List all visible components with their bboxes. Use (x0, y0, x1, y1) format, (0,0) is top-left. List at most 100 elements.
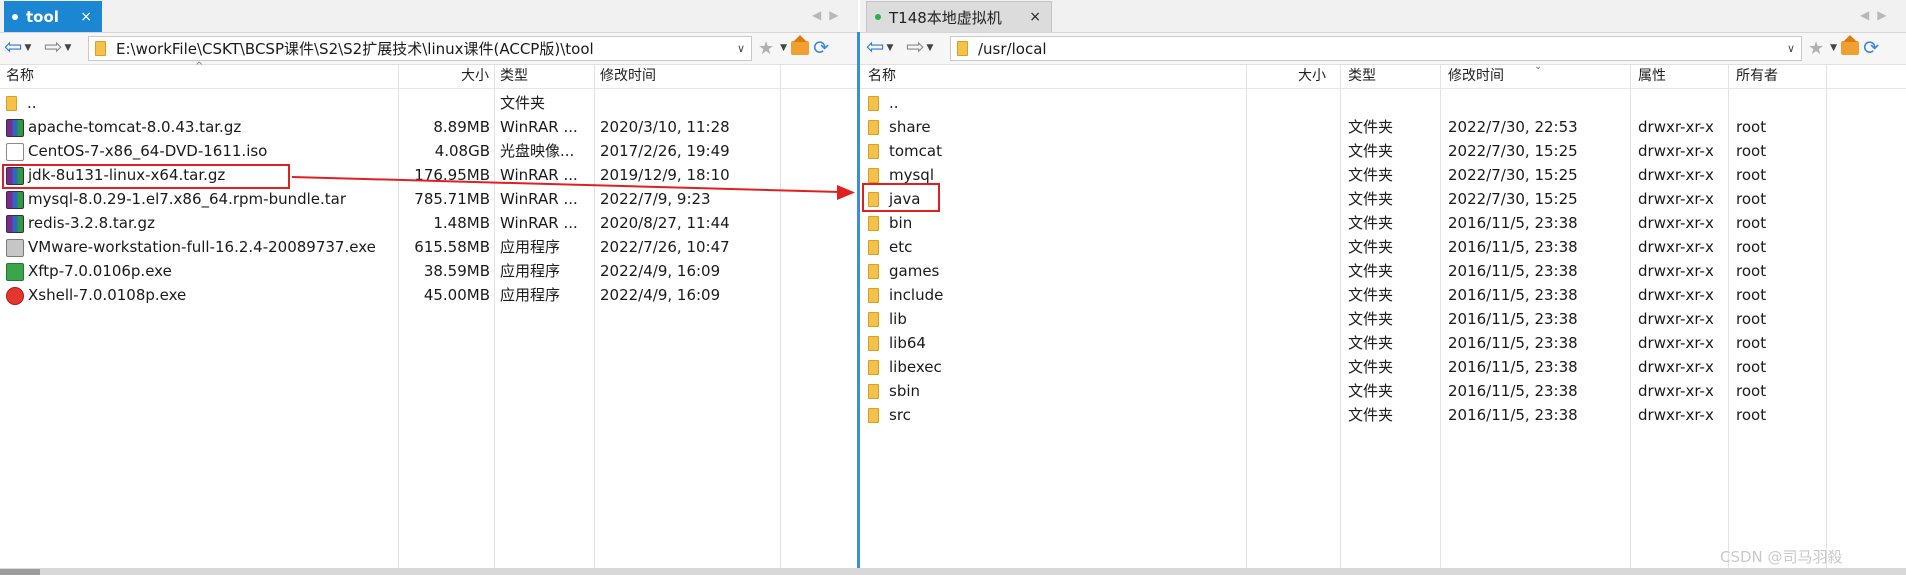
file-row[interactable]: redis-3.2.8.tar.gz 1.48MB WinRAR ... 2020/8… (0, 211, 858, 235)
file-row[interactable]: .. 文件夹 (0, 91, 858, 115)
folder-attributes-cell: drwxr-xr-x (1638, 331, 1726, 355)
remote-folder-row[interactable]: lib64 文件夹 2016/11/5, 23:38 drwxr-xr-x root (860, 331, 1906, 355)
file-modified: 2022/7/9, 9:23 (600, 190, 711, 208)
remote-folder-row[interactable]: lib 文件夹 2016/11/5, 23:38 drwxr-xr-x root (860, 307, 1906, 331)
chevron-down-icon[interactable]: ∨ (731, 42, 751, 55)
remote-folder-row[interactable]: tomcat 文件夹 2022/7/30, 15:25 drwxr-xr-x root (860, 139, 1906, 163)
back-button[interactable]: ⇦ ▼ (866, 36, 893, 60)
tab-close-icon[interactable]: × (80, 9, 92, 25)
folder-icon (868, 240, 879, 255)
file-row[interactable]: CentOS-7-x86_64-DVD-1611.iso 4.08GB 光盘映像..… (0, 139, 858, 163)
remote-folder-row[interactable]: mysql 文件夹 2022/7/30, 15:25 drwxr-xr-x root (860, 163, 1906, 187)
folder-attributes-cell: drwxr-xr-x (1638, 187, 1726, 211)
tab-remote-vm[interactable]: T148本地虚拟机 × (866, 1, 1052, 32)
folder-icon (868, 144, 879, 159)
scrollbar-thumb[interactable] (0, 569, 40, 575)
favorites-star-icon[interactable]: ★ (1808, 38, 1824, 59)
header-type[interactable]: 类型 (496, 65, 593, 88)
file-modified-cell: 2022/4/9, 16:09 (600, 259, 776, 283)
path-input[interactable]: /usr/local ∨ (950, 36, 1802, 61)
folder-owner-cell: root (1736, 283, 1824, 307)
folder-name: tomcat (889, 142, 942, 160)
file-row[interactable]: Xshell-7.0.0108p.exe 45.00MB 应用程序 2022/4/9,… (0, 283, 858, 307)
remote-folder-row[interactable]: java 文件夹 2022/7/30, 15:25 drwxr-xr-x root (860, 187, 1906, 211)
forward-button[interactable]: ⇨ ▼ (906, 36, 933, 60)
header-size[interactable]: 大小 (400, 65, 493, 88)
folder-attributes-cell: drwxr-xr-x (1638, 211, 1726, 235)
remote-folder-row[interactable]: sbin 文件夹 2016/11/5, 23:38 drwxr-xr-x root (860, 379, 1906, 403)
file-name-cell: Xftp-7.0.0106p.exe (6, 259, 396, 283)
folder-modified-cell: 2016/11/5, 23:38 (1448, 211, 1628, 235)
file-type: 光盘映像... (500, 142, 575, 160)
folder-type: 文件夹 (1348, 118, 1394, 136)
folder-owner: root (1736, 166, 1767, 184)
forward-button[interactable]: ⇨ ▼ (44, 36, 71, 60)
folder-attributes: drwxr-xr-x (1638, 118, 1714, 136)
highlight-box-jdk (2, 164, 290, 189)
file-name: redis-3.2.8.tar.gz (28, 214, 155, 232)
remote-folder-row[interactable]: libexec 文件夹 2016/11/5, 23:38 drwxr-xr-x root (860, 355, 1906, 379)
back-arrow-icon: ⇦ (866, 35, 885, 60)
file-type-cell: WinRAR ... (500, 211, 592, 235)
refresh-icon[interactable]: ⟳ (1863, 37, 1879, 59)
folder-name: .. (889, 94, 899, 112)
remote-folder-row[interactable]: include 文件夹 2016/11/5, 23:38 drwxr-xr-x root (860, 283, 1906, 307)
folder-owner: root (1736, 286, 1767, 304)
home-folder-icon[interactable] (1841, 35, 1860, 55)
path-text: E:\workFile\CSKT\BCSP课件\S2\S2扩展技术\linux课… (116, 40, 594, 58)
folder-name: etc (889, 238, 913, 256)
folder-modified: 2022/7/30, 22:53 (1448, 118, 1578, 136)
home-folder-icon[interactable] (791, 35, 810, 55)
folder-attributes: drwxr-xr-x (1638, 262, 1714, 280)
tab-tool[interactable]: tool × (4, 1, 102, 32)
folder-modified: 2022/7/30, 15:25 (1448, 142, 1578, 160)
header-attributes[interactable]: 属性 (1634, 65, 1728, 88)
dropdown-icon[interactable]: ▼ (780, 43, 787, 53)
folder-owner: root (1736, 382, 1767, 400)
file-type: 应用程序 (500, 262, 561, 280)
left-toolbar: ⇦ ▼ ⇨ ▼ E:\workFile\CSKT\BCSP课件\S2\S2扩展技术\… (0, 33, 858, 65)
header-type[interactable]: 类型 (1344, 65, 1436, 88)
header-owner[interactable]: 所有者 (1732, 65, 1822, 88)
file-row[interactable]: mysql-8.0.29-1.el7.x86_64.rpm-bundle.tar… (0, 187, 858, 211)
right-tool-icons: ★ ▼ ⟳ (1808, 35, 1879, 60)
folder-attributes-cell (1638, 91, 1726, 115)
file-size: 8.89MB (433, 118, 490, 136)
folder-name-cell: etc (868, 235, 1238, 259)
header-size[interactable]: 大小 (1250, 65, 1330, 88)
tab-scroll-arrows-icon[interactable]: ◀▶ (812, 8, 846, 22)
remote-folder-row[interactable]: .. (860, 91, 1906, 115)
file-row[interactable]: Xftp-7.0.0106p.exe 38.59MB 应用程序 2022/4/9, 1… (0, 259, 858, 283)
header-modified[interactable]: 修改时间 (596, 65, 776, 88)
back-button[interactable]: ⇦ ▼ (4, 36, 31, 60)
folder-modified-cell: 2016/11/5, 23:38 (1448, 403, 1628, 427)
file-row[interactable]: apache-tomcat-8.0.43.tar.gz 8.89MB WinRAR … (0, 115, 858, 139)
remote-folder-row[interactable]: games 文件夹 2016/11/5, 23:38 drwxr-xr-x root (860, 259, 1906, 283)
folder-owner-cell: root (1736, 187, 1824, 211)
file-row[interactable]: VMware-workstation-full-16.2.4-20089737.… (0, 235, 858, 259)
remote-folder-row[interactable]: etc 文件夹 2016/11/5, 23:38 drwxr-xr-x root (860, 235, 1906, 259)
folder-name: include (889, 286, 944, 304)
tab-scroll-arrows-icon[interactable]: ◀▶ (1860, 8, 1894, 22)
favorites-star-icon[interactable]: ★ (758, 38, 774, 59)
dropdown-icon[interactable]: ▼ (1830, 43, 1837, 53)
remote-folder-row[interactable]: share 文件夹 2022/7/30, 22:53 drwxr-xr-x root (860, 115, 1906, 139)
file-size-cell (400, 91, 490, 115)
tab-close-icon[interactable]: × (1029, 9, 1041, 25)
remote-folder-row[interactable]: src 文件夹 2016/11/5, 23:38 drwxr-xr-x root (860, 403, 1906, 427)
path-input[interactable]: E:\workFile\CSKT\BCSP课件\S2\S2扩展技术\linux课… (88, 36, 752, 61)
folder-type: 文件夹 (1348, 238, 1394, 256)
remote-folder-row[interactable]: bin 文件夹 2016/11/5, 23:38 drwxr-xr-x root (860, 211, 1906, 235)
folder-name-cell: bin (868, 211, 1238, 235)
folder-icon (6, 96, 17, 111)
refresh-icon[interactable]: ⟳ (813, 37, 829, 59)
vmware-icon (6, 238, 24, 257)
folder-type: 文件夹 (1348, 286, 1394, 304)
horizontal-scrollbar[interactable] (0, 568, 1906, 575)
forward-arrow-icon: ⇨ (906, 35, 925, 60)
folder-icon (868, 336, 879, 351)
header-name[interactable]: 名称 (864, 65, 1244, 88)
chevron-down-icon[interactable]: ∨ (1781, 42, 1801, 55)
folder-modified: 2016/11/5, 23:38 (1448, 382, 1578, 400)
folder-attributes-cell: drwxr-xr-x (1638, 139, 1726, 163)
